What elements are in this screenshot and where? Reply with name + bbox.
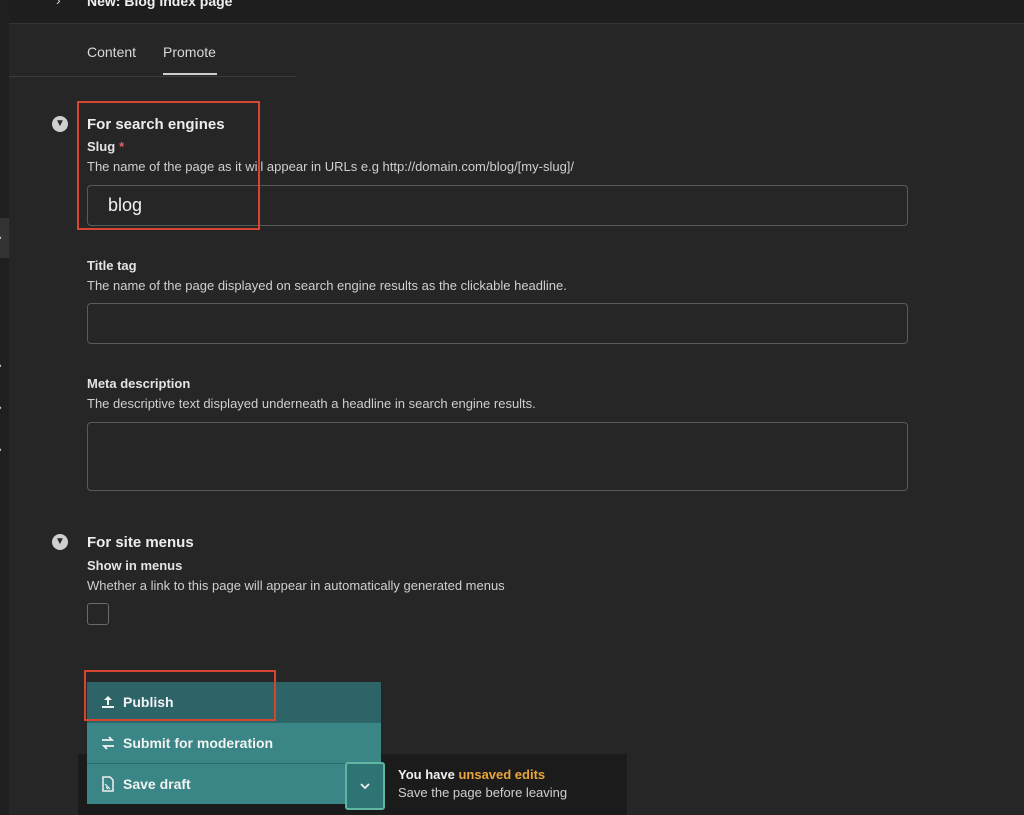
publish-button[interactable]: Publish	[87, 682, 381, 722]
unsaved-status: You have unsaved edits	[398, 767, 546, 782]
required-marker: *	[119, 139, 125, 154]
save-draft-button[interactable]: Save draft	[87, 764, 345, 804]
save-draft-label: Save draft	[123, 776, 191, 792]
collapse-section-icon[interactable]: ▼	[52, 534, 68, 550]
page-header: › New: Blog index page	[9, 0, 1024, 24]
meta-description-label: Meta description	[87, 376, 191, 391]
chevron-right-icon[interactable]: ›	[56, 0, 61, 8]
meta-description-textarea[interactable]	[87, 422, 908, 491]
title-tag-label: Title tag	[87, 258, 137, 273]
tab-content[interactable]: Content	[87, 44, 136, 60]
chevron-right-icon[interactable]: ›	[0, 360, 8, 372]
left-sidebar-strip: › › › ›	[0, 0, 9, 815]
title-tag-help-text: The name of the page displayed on search…	[87, 278, 567, 293]
actions-menu-toggle-button[interactable]	[345, 762, 385, 810]
show-in-menus-checkbox[interactable]	[87, 603, 109, 625]
show-in-menus-help-text: Whether a link to this page will appear …	[87, 578, 505, 593]
editor-tabs: Content Promote	[9, 23, 296, 77]
swap-arrows-icon	[99, 734, 117, 752]
collapse-section-icon[interactable]: ▼	[52, 116, 68, 132]
meta-description-help-text: The descriptive text displayed underneat…	[87, 396, 536, 411]
upload-icon	[99, 693, 117, 711]
section-title-search-engines: For search engines	[87, 116, 225, 133]
submit-label: Submit for moderation	[123, 735, 274, 751]
chevron-right-icon[interactable]: ›	[0, 232, 8, 244]
tab-promote[interactable]: Promote	[163, 44, 216, 60]
unsaved-highlight: unsaved edits	[458, 767, 546, 782]
chevron-down-icon	[359, 777, 371, 795]
active-tab-indicator	[163, 73, 217, 75]
chevron-right-icon[interactable]: ›	[0, 444, 8, 456]
section-title-site-menus: For site menus	[87, 534, 194, 551]
breadcrumb: New: Blog index page	[87, 0, 233, 9]
slug-help-text: The name of the page as it will appear i…	[87, 159, 575, 174]
unsaved-hint: Save the page before leaving	[398, 785, 568, 800]
slug-label: Slug *	[87, 139, 125, 154]
publish-label: Publish	[123, 694, 174, 710]
chevron-right-icon[interactable]: ›	[0, 402, 8, 414]
document-icon	[99, 775, 117, 793]
slug-input[interactable]: blog	[87, 185, 908, 226]
submit-for-moderation-button[interactable]: Submit for moderation	[87, 723, 381, 763]
title-tag-input[interactable]	[87, 303, 908, 344]
show-in-menus-label: Show in menus	[87, 558, 183, 573]
